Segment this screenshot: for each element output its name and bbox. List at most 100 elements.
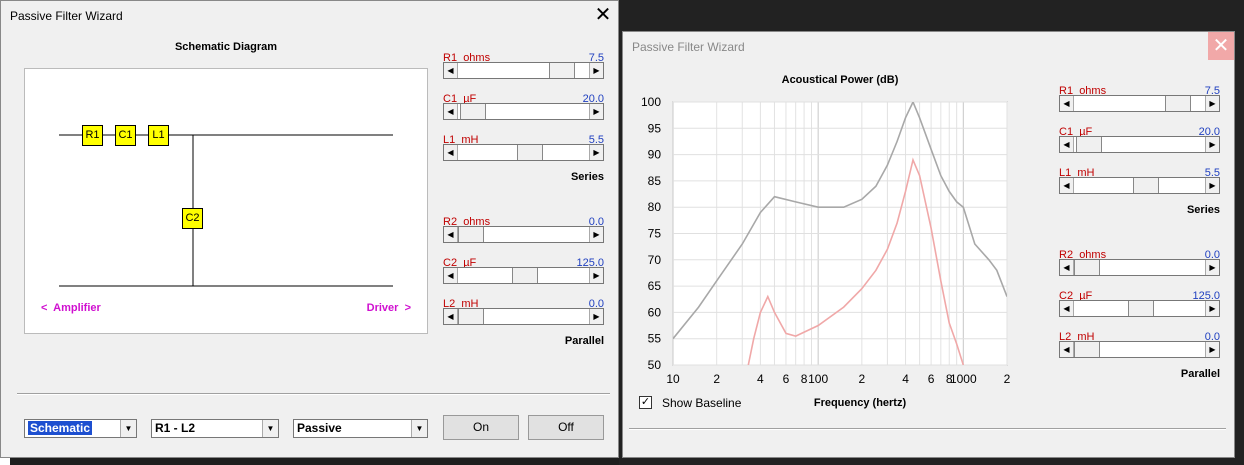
view-select-value: Schematic: [28, 421, 93, 435]
y-tick-label: 95: [648, 121, 662, 135]
param-slider-r1[interactable]: ◀ ▶: [443, 62, 604, 79]
range-select[interactable]: R1 - L2 ▼: [151, 419, 279, 438]
scroll-left-icon[interactable]: ◀: [444, 309, 458, 324]
close-icon[interactable]: ✕: [1208, 32, 1234, 60]
scroll-right-icon[interactable]: ▶: [589, 268, 603, 283]
scroll-right-icon[interactable]: ▶: [589, 227, 603, 242]
param-slider-c1[interactable]: ◀ ▶: [1059, 136, 1220, 153]
amplifier-label: < Amplifier: [41, 302, 101, 314]
x-tick-label: 8: [801, 372, 808, 386]
slider-thumb[interactable]: [1128, 301, 1154, 316]
y-tick-label: 100: [641, 95, 661, 109]
y-tick-label: 75: [648, 227, 662, 241]
x-tick-label: 2: [713, 372, 720, 386]
y-tick-label: 70: [648, 253, 662, 267]
param-slider-l1[interactable]: ◀ ▶: [443, 144, 604, 161]
x-tick-label: 6: [928, 372, 935, 386]
y-tick-label: 60: [648, 305, 662, 319]
inductor-l1[interactable]: L1: [148, 125, 169, 146]
driver-label: Driver >: [366, 302, 411, 314]
scroll-right-icon[interactable]: ▶: [1205, 260, 1219, 275]
filter-wizard-window-left: Passive Filter Wizard ✕ Schematic Diagra…: [0, 0, 619, 458]
close-icon[interactable]: ✕: [588, 1, 618, 29]
x-tick-label: 4: [757, 372, 764, 386]
capacitor-c1[interactable]: C1: [115, 125, 136, 146]
type-select-value: Passive: [297, 421, 342, 435]
on-button[interactable]: On: [443, 415, 519, 440]
param-slider-r2[interactable]: ◀ ▶: [1059, 259, 1220, 276]
scroll-right-icon[interactable]: ▶: [1205, 137, 1219, 152]
slider-thumb[interactable]: [1074, 260, 1100, 275]
range-select-value: R1 - L2: [155, 421, 196, 435]
x-tick-label: 4: [902, 372, 909, 386]
slider-thumb[interactable]: [1165, 96, 1191, 111]
x-tick-label: 2: [1004, 372, 1011, 386]
scroll-left-icon[interactable]: ◀: [444, 104, 458, 119]
slider-thumb[interactable]: [458, 227, 484, 242]
scroll-left-icon[interactable]: ◀: [1060, 96, 1074, 111]
y-tick-label: 80: [648, 200, 662, 214]
x-tick-label: 10: [666, 372, 680, 386]
view-select[interactable]: Schematic ▼: [24, 419, 137, 438]
acoustical-power-chart: 1009590858075706560555010 2 4 6 8 100 2 4 6 81000…: [641, 74, 1011, 409]
scroll-right-icon[interactable]: ▶: [589, 104, 603, 119]
off-button[interactable]: Off: [528, 415, 604, 440]
scroll-right-icon[interactable]: ▶: [1205, 96, 1219, 111]
scroll-right-icon[interactable]: ▶: [589, 63, 603, 78]
y-tick-label: 85: [648, 174, 662, 188]
show-baseline-label[interactable]: Show Baseline: [662, 396, 741, 410]
slider-thumb[interactable]: [549, 63, 575, 78]
schematic-title: Schematic Diagram: [174, 41, 278, 53]
slider-thumb[interactable]: [1074, 342, 1100, 357]
scroll-right-icon[interactable]: ▶: [1205, 178, 1219, 193]
window-title: Passive Filter Wizard: [632, 40, 745, 54]
slider-thumb[interactable]: [512, 268, 538, 283]
window-title: Passive Filter Wizard: [10, 9, 123, 23]
scroll-right-icon[interactable]: ▶: [589, 309, 603, 324]
series-group-label: Series: [570, 171, 604, 183]
show-baseline-checkbox[interactable]: ✓: [639, 396, 652, 409]
param-slider-r1[interactable]: ◀ ▶: [1059, 95, 1220, 112]
x-tick-label: 1000: [950, 372, 977, 386]
scroll-left-icon[interactable]: ◀: [1060, 342, 1074, 357]
scroll-left-icon[interactable]: ◀: [1060, 137, 1074, 152]
scroll-right-icon[interactable]: ▶: [1205, 342, 1219, 357]
scroll-left-icon[interactable]: ◀: [444, 227, 458, 242]
separator: [17, 393, 610, 395]
capacitor-c2[interactable]: C2: [182, 208, 203, 229]
type-select[interactable]: Passive ▼: [293, 419, 428, 438]
y-tick-label: 50: [648, 358, 662, 372]
param-slider-c2[interactable]: ◀ ▶: [443, 267, 604, 284]
scroll-right-icon[interactable]: ▶: [589, 145, 603, 160]
slider-thumb[interactable]: [517, 145, 543, 160]
scroll-left-icon[interactable]: ◀: [444, 63, 458, 78]
resistor-r1[interactable]: R1: [82, 125, 103, 146]
x-tick-label: 6: [783, 372, 790, 386]
scroll-left-icon[interactable]: ◀: [1060, 301, 1074, 316]
param-slider-r2[interactable]: ◀ ▶: [443, 226, 604, 243]
scroll-left-icon[interactable]: ◀: [1060, 178, 1074, 193]
scroll-left-icon[interactable]: ◀: [444, 268, 458, 283]
slider-thumb[interactable]: [460, 104, 486, 119]
slider-thumb[interactable]: [1133, 178, 1159, 193]
parallel-group-label: Parallel: [1180, 368, 1220, 380]
param-slider-c2[interactable]: ◀ ▶: [1059, 300, 1220, 317]
slider-thumb[interactable]: [458, 309, 484, 324]
param-slider-c1[interactable]: ◀ ▶: [443, 103, 604, 120]
chevron-down-icon[interactable]: ▼: [262, 420, 278, 437]
param-slider-l1[interactable]: ◀ ▶: [1059, 177, 1220, 194]
separator: [629, 428, 1226, 430]
scroll-left-icon[interactable]: ◀: [1060, 260, 1074, 275]
filter-wizard-window-right: Passive Filter Wizard ✕ 100 95 90 85 80 75 70 6…: [622, 31, 1235, 458]
chart-title: Acoustical Power (dB): [782, 74, 899, 86]
y-tick-label: 90: [648, 148, 662, 162]
schematic-panel: R1 C1 L1 C2 < Amplifier Driver >: [24, 68, 428, 334]
slider-thumb[interactable]: [1076, 137, 1102, 152]
chevron-down-icon[interactable]: ▼: [120, 420, 136, 437]
param-slider-l2[interactable]: ◀ ▶: [1059, 341, 1220, 358]
scroll-left-icon[interactable]: ◀: [444, 145, 458, 160]
chevron-down-icon[interactable]: ▼: [411, 420, 427, 437]
schematic-wires: [59, 134, 393, 287]
param-slider-l2[interactable]: ◀ ▶: [443, 308, 604, 325]
scroll-right-icon[interactable]: ▶: [1205, 301, 1219, 316]
